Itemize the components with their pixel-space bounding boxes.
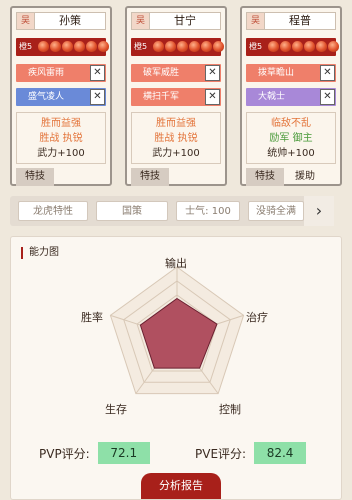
axis-label-heal: 治疗 <box>246 311 268 324</box>
hero-header: 吴 甘宁 <box>131 12 221 30</box>
filter-chip[interactable]: 国策 <box>96 201 168 221</box>
pvp-score: PVP评分: 72.1 <box>39 442 150 464</box>
star-bar: 橙5 <box>131 38 224 56</box>
filter-chip[interactable]: 没骑全满 <box>248 201 304 221</box>
trait-line: 统帅+100 <box>267 148 315 159</box>
chevron-right-icon[interactable]: › <box>304 196 334 226</box>
faction-badge: 吴 <box>17 13 35 29</box>
traits-box: 胜而益强 胜战 执锐 武力+100 <box>131 112 221 164</box>
filter-bar: 龙虎特性 国策 士气: 100 没骑全满 › <box>10 196 334 226</box>
skill-slot-2[interactable]: 横扫千军 ✕ <box>131 88 221 106</box>
close-icon[interactable]: ✕ <box>205 89 220 105</box>
trait-line: 武力+100 <box>152 148 200 159</box>
trait-line: 武力+100 <box>37 148 85 159</box>
close-icon[interactable]: ✕ <box>320 89 335 105</box>
axis-label-control: 控制 <box>219 403 241 416</box>
trait-line: 胜战 执锐 <box>39 133 83 144</box>
star-icons <box>38 41 109 52</box>
star-bar: 橙5 <box>246 38 339 56</box>
skill-slot-1[interactable]: 破军威胜 ✕ <box>131 64 221 82</box>
star-icon <box>98 41 109 52</box>
axis-label-survive: 生存 <box>105 403 127 416</box>
star-icon <box>177 41 188 52</box>
axis-label-output: 输出 <box>165 257 187 270</box>
faction-badge: 吴 <box>247 13 265 29</box>
traits-box: 临敌不乱 励军 御主 统帅+100 <box>246 112 336 164</box>
filter-chip[interactable]: 龙虎特性 <box>18 201 88 221</box>
trait-line: 胜而益强 <box>156 118 196 129</box>
star-icon <box>292 41 303 52</box>
star-icon <box>74 41 85 52</box>
star-icon <box>189 41 200 52</box>
pve-label: PVE评分: <box>195 446 247 461</box>
hero-card[interactable]: 吴 孙策 橙5 疾风雷雨 ✕ 盛气凌人 ✕ 胜而益强 胜战 执锐 武力+100 … <box>10 6 112 186</box>
close-icon[interactable]: ✕ <box>205 65 220 81</box>
star-icon <box>165 41 176 52</box>
skill-slot-1[interactable]: 疾风雷雨 ✕ <box>16 64 106 82</box>
analysis-report-button[interactable]: 分析报告 <box>141 473 221 499</box>
skill-slot-1[interactable]: 拨草瞻山 ✕ <box>246 64 336 82</box>
traits-box: 胜而益强 胜战 执锐 武力+100 <box>16 112 106 164</box>
hero-name: 程普 <box>289 14 311 27</box>
faction-badge: 吴 <box>132 13 150 29</box>
axis-label-winrate: 胜率 <box>81 311 103 324</box>
filter-chip[interactable]: 士气: 100 <box>176 201 240 221</box>
card-tabs: 特技 <box>131 168 171 186</box>
skill-name: 破军威胜 <box>143 68 180 78</box>
star-icon <box>268 41 279 52</box>
tab-assist[interactable]: 援助 <box>286 168 324 186</box>
skill-name: 拨草瞻山 <box>258 68 295 78</box>
close-icon[interactable]: ✕ <box>320 65 335 81</box>
trait-line: 临敌不乱 <box>271 118 311 129</box>
hero-header: 吴 程普 <box>246 12 336 30</box>
star-icons <box>153 41 224 52</box>
trait-line: 胜而益强 <box>41 118 81 129</box>
star-icon <box>62 41 73 52</box>
rank-label: 橙5 <box>19 42 33 51</box>
rank-label: 橙5 <box>249 42 263 51</box>
star-icon <box>38 41 49 52</box>
star-icon <box>328 41 339 52</box>
star-icon <box>86 41 97 52</box>
star-icon <box>50 41 61 52</box>
rank-label: 橙5 <box>134 42 148 51</box>
star-icon <box>201 41 212 52</box>
hero-name: 甘宁 <box>174 14 196 27</box>
hero-card[interactable]: 吴 甘宁 橙5 破军威胜 ✕ 横扫千军 ✕ 胜而益强 胜战 执锐 武力+100 … <box>125 6 227 186</box>
skill-slot-2[interactable]: 盛气凌人 ✕ <box>16 88 106 106</box>
star-icon <box>153 41 164 52</box>
pve-score: PVE评分: 82.4 <box>195 442 307 464</box>
tab-special[interactable]: 特技 <box>16 168 54 186</box>
pvp-label: PVP评分: <box>39 446 90 461</box>
hero-card[interactable]: 吴 程普 橙5 拨草瞻山 ✕ 大戟士 ✕ 临敌不乱 励军 御主 统帅+100 特… <box>240 6 342 186</box>
trait-line: 励军 御主 <box>269 133 313 144</box>
tab-special[interactable]: 特技 <box>131 168 169 186</box>
trait-line: 胜战 执锐 <box>154 133 198 144</box>
star-icon <box>213 41 224 52</box>
pvp-value: 72.1 <box>97 442 150 464</box>
skill-slot-2[interactable]: 大戟士 ✕ <box>246 88 336 106</box>
card-tabs: 特技 援助 <box>246 168 326 186</box>
star-icon <box>316 41 327 52</box>
card-tabs: 特技 <box>16 168 56 186</box>
hero-header: 吴 孙策 <box>16 12 106 30</box>
close-icon[interactable]: ✕ <box>90 65 105 81</box>
pve-value: 82.4 <box>254 442 307 464</box>
skill-name: 大戟士 <box>258 92 286 102</box>
tab-special[interactable]: 特技 <box>246 168 284 186</box>
star-bar: 橙5 <box>16 38 109 56</box>
star-icon <box>304 41 315 52</box>
close-icon[interactable]: ✕ <box>90 89 105 105</box>
skill-name: 横扫千军 <box>143 92 180 102</box>
skill-name: 疾风雷雨 <box>28 68 65 78</box>
ability-panel: 能力图 输出 治疗 控制 生存 胜率 PVP评分: 72.1 PVE评分: 82… <box>10 236 342 500</box>
skill-name: 盛气凌人 <box>28 92 65 102</box>
hero-name: 孙策 <box>59 14 81 27</box>
star-icon <box>280 41 291 52</box>
star-icons <box>268 41 339 52</box>
